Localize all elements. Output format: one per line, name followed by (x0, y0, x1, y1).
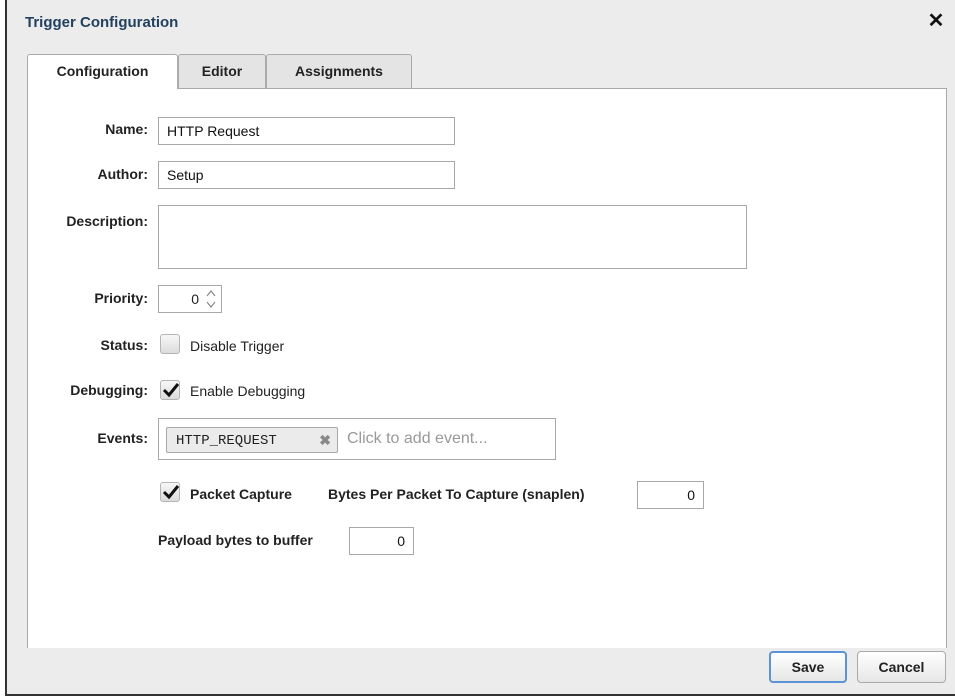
remove-event-icon[interactable]: ✖ (319, 432, 331, 449)
description-label: Description: (66, 213, 148, 229)
priority-value: 0 (191, 291, 199, 307)
snaplen-input[interactable]: 0 (637, 481, 704, 509)
enable-debugging-checkbox[interactable] (160, 380, 180, 400)
event-chip: HTTP_REQUEST ✖ (166, 427, 338, 453)
close-icon[interactable]: ✕ (925, 10, 947, 32)
payload-input[interactable]: 0 (349, 527, 414, 555)
tab-configuration[interactable]: Configuration (27, 54, 178, 89)
events-placeholder: Click to add event... (347, 430, 488, 447)
events-input[interactable]: HTTP_REQUEST ✖ Click to add event... (158, 418, 556, 460)
payload-label: Payload bytes to buffer (158, 532, 313, 548)
debugging-label: Debugging: (70, 382, 148, 398)
snaplen-label: Bytes Per Packet To Capture (snaplen) (328, 486, 585, 502)
name-input[interactable]: HTTP Request (158, 117, 455, 145)
packet-capture-label: Packet Capture (190, 486, 292, 502)
stepper-arrows-icon[interactable] (205, 288, 217, 310)
name-label: Name: (105, 121, 148, 137)
tab-assignments[interactable]: Assignments (266, 54, 412, 88)
disable-trigger-checkbox[interactable] (160, 334, 180, 354)
checkmark-icon (162, 383, 180, 398)
disable-trigger-label: Disable Trigger (190, 338, 285, 354)
author-label: Author: (97, 166, 148, 182)
description-textarea[interactable] (158, 205, 747, 269)
event-chip-label: HTTP_REQUEST (176, 433, 277, 449)
author-input[interactable]: Setup (158, 161, 455, 189)
priority-stepper[interactable]: 0 (158, 285, 222, 313)
events-label: Events: (97, 430, 148, 446)
dialog-title: Trigger Configuration (25, 14, 179, 31)
tab-editor[interactable]: Editor (178, 54, 266, 88)
enable-debugging-label: Enable Debugging (190, 383, 306, 399)
checkmark-icon (162, 485, 180, 500)
status-label: Status: (100, 337, 148, 353)
dialog-titlebar: Trigger Configuration ✕ (7, 0, 955, 44)
cancel-button[interactable]: Cancel (857, 651, 946, 683)
up-down-chevron-icon (206, 290, 216, 308)
packet-capture-checkbox[interactable] (160, 482, 180, 502)
priority-label: Priority: (94, 290, 148, 306)
save-button[interactable]: Save (769, 651, 847, 683)
